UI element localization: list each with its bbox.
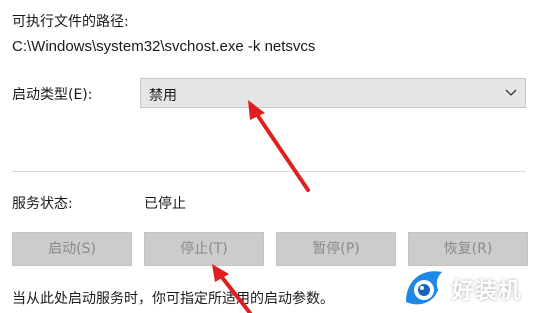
startup-type-selected-value: 禁用 bbox=[149, 88, 177, 104]
annotation-arrow-dropdown bbox=[248, 100, 310, 192]
watermark-eye-icon bbox=[406, 271, 442, 305]
resume-button[interactable]: 恢复(R) bbox=[408, 232, 528, 266]
service-status-value: 已停止 bbox=[144, 196, 186, 212]
start-button[interactable]: 启动(S) bbox=[12, 232, 132, 266]
startup-type-dropdown[interactable]: 禁用 bbox=[140, 78, 526, 108]
watermark-text: 好装机 bbox=[452, 279, 522, 304]
pause-button[interactable]: 暂停(P) bbox=[276, 232, 396, 266]
startup-type-label: 启动类型(E): bbox=[12, 87, 93, 103]
section-divider bbox=[12, 171, 526, 172]
watermark-logo: 好装机 bbox=[400, 264, 538, 313]
start-parameters-hint: 当从此处启动服务时，你可指定所适用的启动参数。 bbox=[12, 291, 334, 307]
service-status-label: 服务状态: bbox=[12, 196, 73, 212]
chevron-down-icon bbox=[505, 89, 517, 96]
executable-path-label: 可执行文件的路径: bbox=[12, 14, 129, 30]
executable-path-value: C:\Windows\system32\svchost.exe -k netsv… bbox=[12, 38, 316, 55]
stop-button[interactable]: 停止(T) bbox=[144, 232, 264, 266]
